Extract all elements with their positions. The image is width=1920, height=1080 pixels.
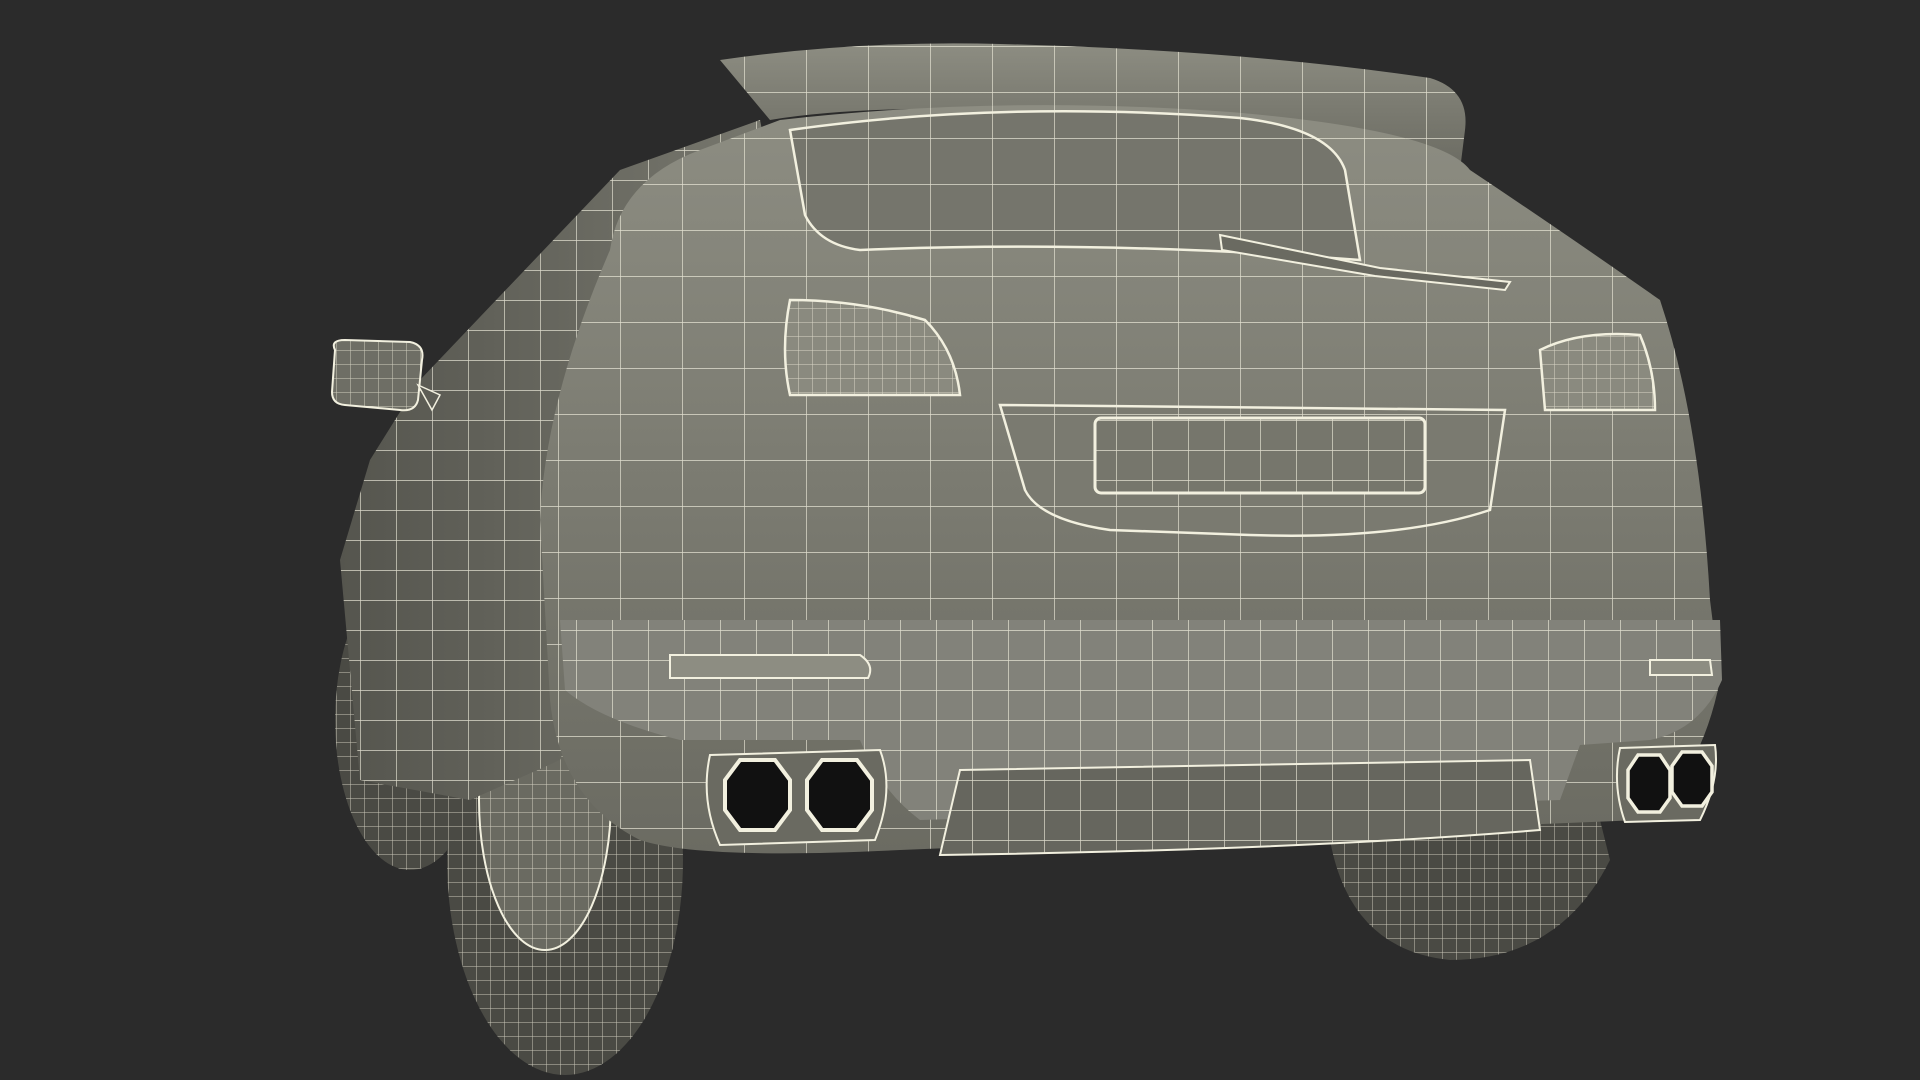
car-wireframe-render — [330, 43, 1722, 1075]
exhaust-tips-left — [705, 748, 888, 847]
license-plate-recess — [998, 403, 1507, 537]
render-viewport — [0, 0, 1920, 1080]
tail-light-right — [1538, 332, 1657, 412]
rear-window — [788, 110, 1362, 262]
exhaust-tips-right — [1616, 743, 1717, 824]
